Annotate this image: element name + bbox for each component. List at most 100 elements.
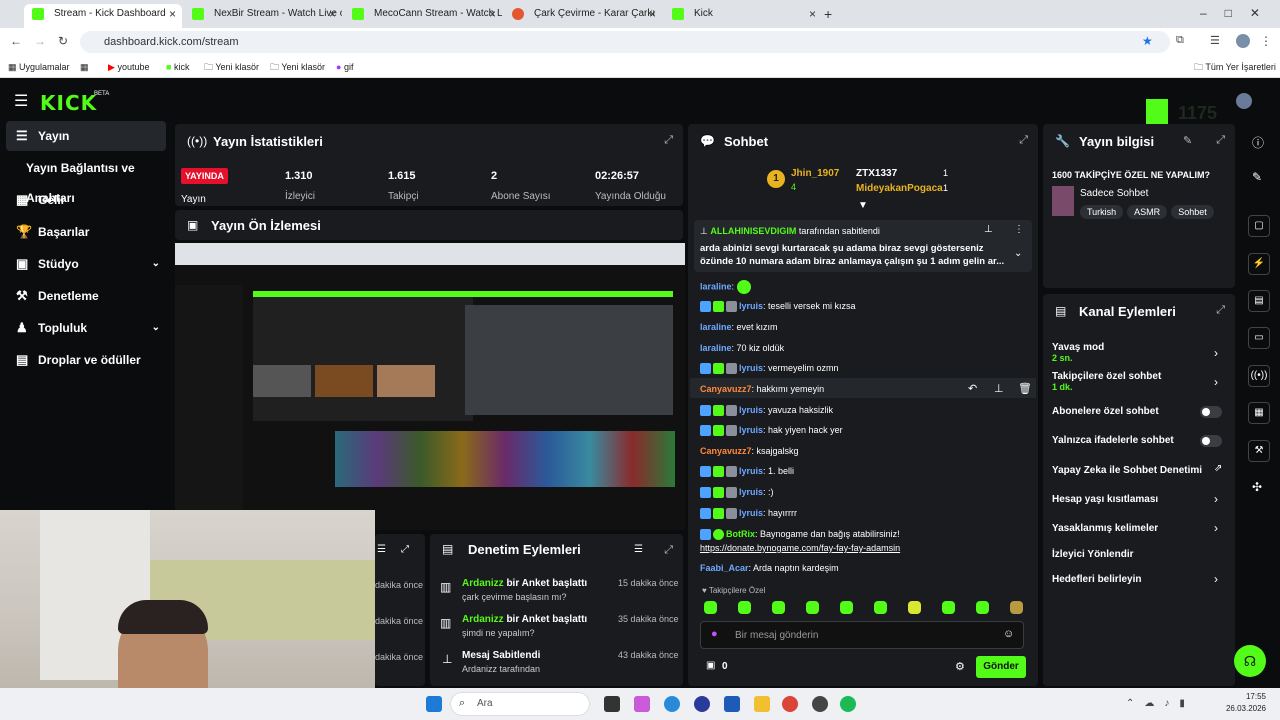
audit-user[interactable]: Ardanizz: [462, 614, 504, 625]
emote-icon[interactable]: [976, 601, 989, 614]
chat-username[interactable]: laraline: [700, 281, 732, 291]
sidebar-item-droplar[interactable]: ▤ Droplar ve ödüller: [6, 345, 166, 375]
emote-icon[interactable]: [840, 601, 853, 614]
all-bookmarks[interactable]: 🗀 Tüm Yer İşaretleri: [1194, 59, 1276, 75]
bookmark-folder-2[interactable]: 🗀 Yeni klasör: [270, 59, 325, 75]
bookmark-youtube[interactable]: ▶ youtube: [108, 59, 149, 75]
tab-kick[interactable]: Kick ×: [664, 4, 822, 28]
delete-icon[interactable]: 🗑: [1018, 382, 1032, 395]
chat-username[interactable]: Canyavuzz7: [700, 384, 752, 394]
action-banned-words[interactable]: Yasaklanmış kelimeler: [1052, 523, 1158, 534]
sidebar-item-denetleme[interactable]: ⚒ Denetleme: [6, 281, 166, 311]
layout-icon[interactable]: ▢: [1248, 215, 1270, 237]
settings-gear-icon[interactable]: ⚙: [955, 660, 965, 673]
hamburger-menu-icon[interactable]: ☰: [14, 91, 28, 111]
emote-icon[interactable]: [874, 601, 887, 614]
edit-pencil-icon[interactable]: ✎: [1183, 134, 1192, 147]
chat-username[interactable]: laraline: [700, 322, 732, 332]
reading-list-icon[interactable]: ☰: [1210, 34, 1220, 47]
filter-icon[interactable]: ☰: [377, 544, 386, 555]
edit-icon[interactable]: ✎: [1252, 170, 1262, 184]
chevron-right-icon[interactable]: ›: [1214, 572, 1218, 586]
expand-icon[interactable]: ⤢: [1216, 134, 1225, 147]
emote-icon[interactable]: [772, 601, 785, 614]
leader-name[interactable]: MideyakanPogaca: [856, 183, 943, 194]
send-button[interactable]: Gönder: [976, 656, 1026, 678]
microphone-icon[interactable]: ●: [711, 628, 718, 640]
bookmark-kick[interactable]: ■ kick: [166, 59, 189, 75]
action-slow-mode[interactable]: Yavaş mod 2 sn.: [1052, 342, 1104, 363]
emote-icon[interactable]: [908, 601, 921, 614]
expand-icon[interactable]: ⤢: [664, 544, 673, 557]
emote-only-toggle[interactable]: [1200, 435, 1222, 447]
stream-preview-video[interactable]: [175, 243, 685, 530]
copilot-icon[interactable]: [634, 696, 650, 712]
emote-icon[interactable]: [1010, 601, 1023, 614]
support-headset-icon[interactable]: ☊: [1234, 645, 1266, 677]
expand-icon[interactable]: ⤢: [664, 134, 673, 147]
bookmark-folder-1[interactable]: 🗀 Yeni klasör: [204, 59, 259, 75]
bookmark-apps[interactable]: ▦ Uygulamalar: [8, 59, 70, 75]
edge-icon[interactable]: [664, 696, 680, 712]
chat-username[interactable]: lyruis: [739, 508, 763, 518]
task-view-icon[interactable]: [604, 696, 620, 712]
subscribers-only-toggle[interactable]: [1200, 406, 1222, 418]
emote-icon[interactable]: [704, 601, 717, 614]
chat-link[interactable]: https://donate.bynogame.com/fay-fay-fay-…: [700, 543, 900, 553]
chevron-right-icon[interactable]: ›: [1214, 521, 1218, 535]
close-tab-icon[interactable]: ×: [649, 4, 656, 24]
sidebar-item-gelir[interactable]: ▦ Gelir: [6, 185, 166, 215]
hammer-icon[interactable]: ⚒: [1248, 440, 1270, 462]
tab-mecocann-stream[interactable]: MecoCann Stream - Watch Live ×: [344, 4, 502, 28]
chat-username[interactable]: Canyavuzz7: [700, 446, 752, 456]
info-icon[interactable]: ⓘ: [1252, 134, 1264, 151]
apps-icon[interactable]: ✣: [1252, 480, 1262, 494]
points-icon[interactable]: ▣: [706, 660, 715, 671]
forward-arrow-icon[interactable]: →: [34, 34, 46, 48]
broadcast-icon[interactable]: ((•)): [1248, 365, 1270, 387]
kick-logo[interactable]: KICK: [40, 91, 97, 115]
chat-username[interactable]: lyruis: [739, 363, 763, 373]
close-tab-icon[interactable]: ×: [169, 4, 176, 24]
back-arrow-icon[interactable]: ←: [10, 34, 22, 48]
document-icon[interactable]: ▤: [1248, 290, 1270, 312]
pinned-by[interactable]: ALLAHINISEVDIGIM: [710, 226, 796, 236]
pin-icon[interactable]: ⊥: [994, 382, 1004, 395]
reply-icon[interactable]: ↶: [968, 382, 977, 395]
menu-dots-icon[interactable]: ⋮: [1260, 34, 1272, 48]
profile-avatar[interactable]: [1236, 34, 1250, 48]
obs-icon[interactable]: [812, 696, 828, 712]
windows-start-icon[interactable]: [426, 696, 442, 712]
close-tab-icon[interactable]: ×: [329, 4, 336, 24]
expand-icon[interactable]: ⤢: [1019, 134, 1028, 147]
close-tab-icon[interactable]: ×: [809, 4, 816, 24]
chat-username[interactable]: BotRix: [726, 529, 755, 539]
chat-icon[interactable]: ▭: [1248, 327, 1270, 349]
sidebar-item-stream-key[interactable]: Yayın Bağlantısı ve Anahtarı: [6, 153, 166, 205]
tab-nexbir-stream[interactable]: NexBir Stream - Watch Live on ×: [184, 4, 342, 28]
tab-cark-cevirme[interactable]: Çark Çevirme - Karar Çarkı ×: [504, 4, 662, 28]
new-tab-button[interactable]: +: [824, 6, 832, 22]
bookmark-star-icon[interactable]: ★: [1142, 34, 1153, 48]
window-controls[interactable]: –□✕: [1200, 6, 1278, 20]
chevron-right-icon[interactable]: ›: [1214, 346, 1218, 360]
action-ai-moderation[interactable]: Yapay Zeka ile Sohbet Denetimi: [1052, 465, 1202, 476]
action-account-age[interactable]: Hesap yaşı kısıtlaması: [1052, 494, 1158, 505]
chat-username[interactable]: lyruis: [739, 405, 763, 415]
reload-icon[interactable]: ↻: [58, 34, 68, 48]
chat-username[interactable]: lyruis: [739, 487, 763, 497]
storage-icon[interactable]: ▦: [1248, 402, 1270, 424]
more-options-icon[interactable]: ⋮: [1014, 224, 1024, 235]
extensions-icon[interactable]: ⧉: [1176, 34, 1184, 47]
unpin-icon[interactable]: ⊥: [984, 224, 993, 235]
emote-icon[interactable]: [738, 601, 751, 614]
url-input[interactable]: dashboard.kick.com/stream: [80, 31, 1170, 53]
collapse-icon[interactable]: ▼: [858, 200, 868, 211]
external-link-icon[interactable]: ⇗: [1214, 463, 1222, 474]
sidebar-item-basarilar[interactable]: 🏆 Başarılar: [6, 217, 166, 247]
chat-username[interactable]: lyruis: [739, 466, 763, 476]
audit-user[interactable]: Ardanizz: [462, 578, 504, 589]
bookmark-gif[interactable]: ● gif: [336, 59, 353, 75]
chat-username[interactable]: Faabi_Acar: [700, 563, 749, 573]
leader-name[interactable]: Jhin_1907: [791, 168, 839, 179]
